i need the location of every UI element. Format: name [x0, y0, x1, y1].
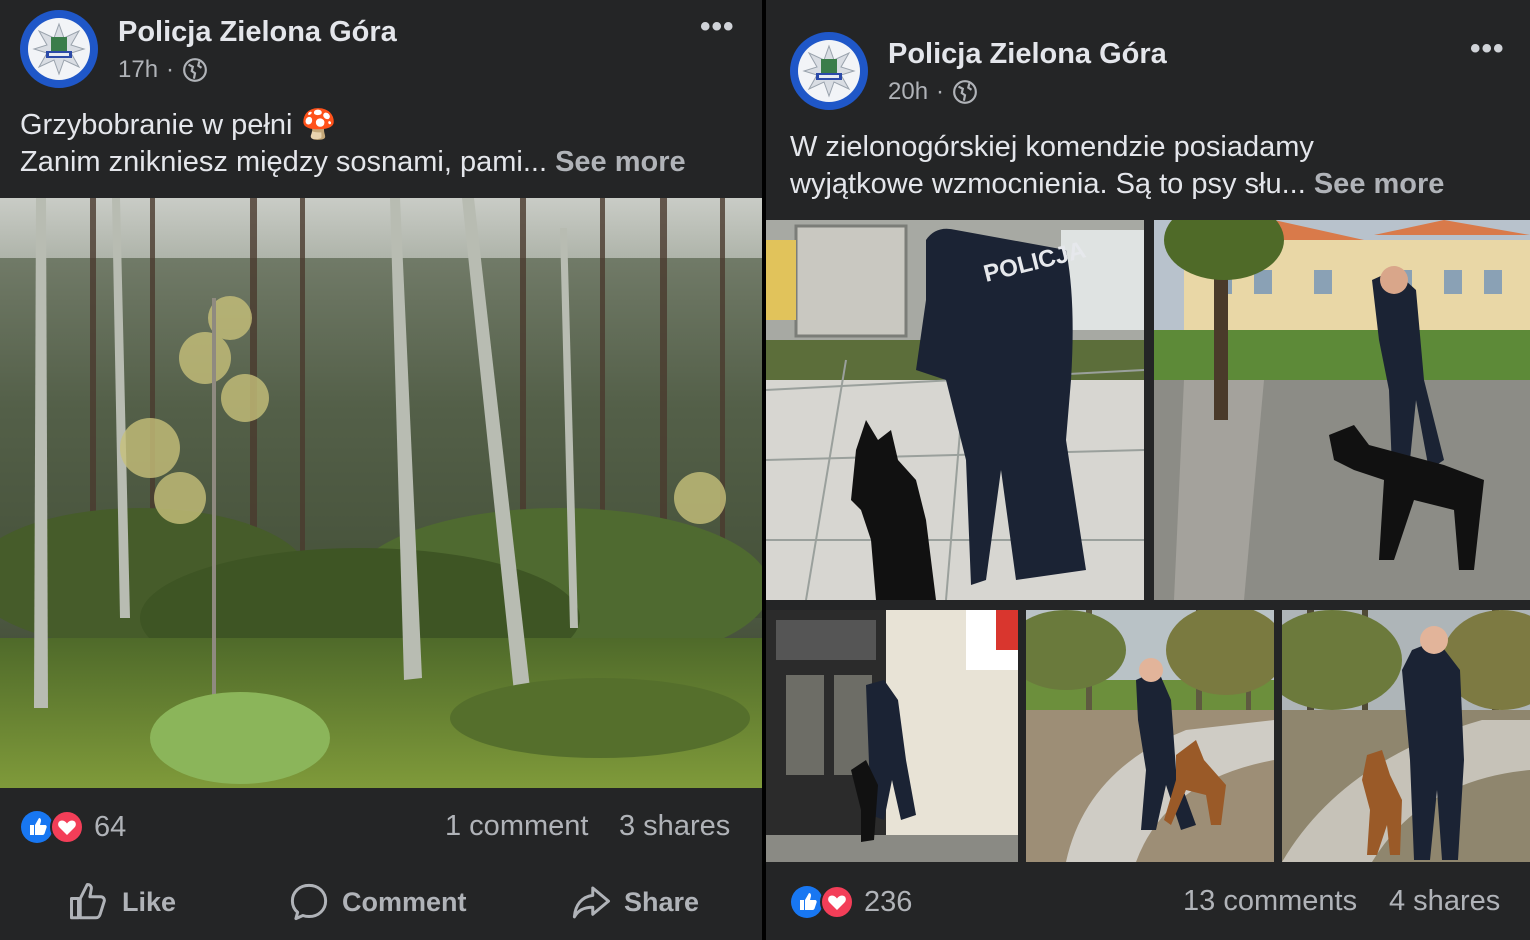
love-reaction-icon: [50, 810, 84, 844]
page-name[interactable]: Policja Zielona Góra: [118, 16, 397, 49]
reaction-icons: [20, 810, 84, 844]
like-icon: [70, 883, 106, 920]
post-meta: 17h ·: [118, 56, 208, 84]
see-more-link[interactable]: See more: [1314, 168, 1445, 200]
reactions-count: 64: [94, 810, 127, 843]
shares-count[interactable]: 3 shares: [619, 810, 730, 843]
post-photo-park-1[interactable]: [1026, 610, 1274, 862]
share-icon: [572, 886, 610, 919]
reaction-summary[interactable]: 64: [20, 810, 126, 844]
comment-icon: [290, 883, 328, 921]
officer-in-park-image: [1026, 610, 1274, 862]
officer-with-dog-image: POLICJA: [766, 220, 1144, 600]
post-card: Policja Zielona Góra 20h · ••• W zielono…: [766, 0, 1530, 940]
page-avatar[interactable]: [20, 10, 98, 88]
like-label: Like: [122, 886, 177, 917]
like-reaction-icon: [21, 811, 53, 843]
police-star-logo: [32, 22, 86, 76]
meta-separator: ·: [166, 56, 175, 83]
officer-with-dog-square-image: [1154, 220, 1530, 600]
share-label: Share: [624, 886, 700, 917]
comments-count[interactable]: 1 comment: [445, 810, 588, 843]
globe-icon: [183, 58, 207, 82]
officer-at-door-image: [766, 610, 1018, 862]
post-time[interactable]: 17h: [118, 56, 158, 84]
more-options-icon[interactable]: •••: [700, 10, 735, 44]
mushroom-emoji: 🍄: [300, 109, 337, 141]
reactions-count: 236: [864, 885, 913, 918]
globe-icon: [953, 80, 977, 104]
shares-count[interactable]: 4 shares: [1389, 885, 1500, 918]
post-photo-officer-dog-1[interactable]: POLICJA: [766, 220, 1144, 600]
more-options-icon[interactable]: •••: [1470, 32, 1505, 66]
comment-label: Comment: [342, 886, 467, 917]
caption-line-1: W zielonogórskiej komendzie posiadamy: [790, 131, 1314, 163]
police-star-logo: [802, 44, 856, 98]
forest-image: [0, 198, 762, 788]
see-more-link[interactable]: See more: [555, 146, 686, 178]
caption-line-2: Zanim znikniesz między sosnami, pami...: [20, 146, 547, 178]
caption-line-2: wyjątkowe wzmocnienia. Są to psy słu...: [790, 168, 1306, 200]
page-name[interactable]: Policja Zielona Góra: [888, 38, 1167, 71]
post-caption: Grzybobranie w pełni 🍄 Zanim znikniesz m…: [20, 107, 686, 181]
like-button[interactable]: Like: [68, 881, 176, 923]
post-photo-officer-dog-2[interactable]: [1154, 220, 1530, 600]
reaction-summary[interactable]: 236: [790, 885, 912, 919]
post-photo-door[interactable]: [766, 610, 1018, 862]
post-actions: Like Comment Share: [0, 865, 762, 940]
post-time[interactable]: 20h: [888, 78, 928, 106]
post-photo-park-2[interactable]: [1282, 610, 1530, 862]
officer-dog-park-image: [1282, 610, 1530, 862]
love-reaction-icon: [820, 885, 854, 919]
like-reaction-icon: [791, 886, 823, 918]
meta-separator: ·: [936, 78, 945, 105]
reaction-icons: [790, 885, 854, 919]
page-avatar[interactable]: [790, 32, 868, 110]
comment-button[interactable]: Comment: [288, 881, 467, 923]
caption-line-1: Grzybobranie w pełni: [20, 109, 293, 141]
post-photo-forest[interactable]: [0, 198, 762, 788]
post-card: Policja Zielona Góra 17h · ••• Grzybobra…: [0, 0, 762, 940]
post-meta: 20h ·: [888, 78, 978, 106]
share-button[interactable]: Share: [570, 881, 699, 923]
post-caption: W zielonogórskiej komendzie posiadamy wy…: [790, 129, 1444, 203]
comments-count[interactable]: 13 comments: [1183, 885, 1357, 918]
